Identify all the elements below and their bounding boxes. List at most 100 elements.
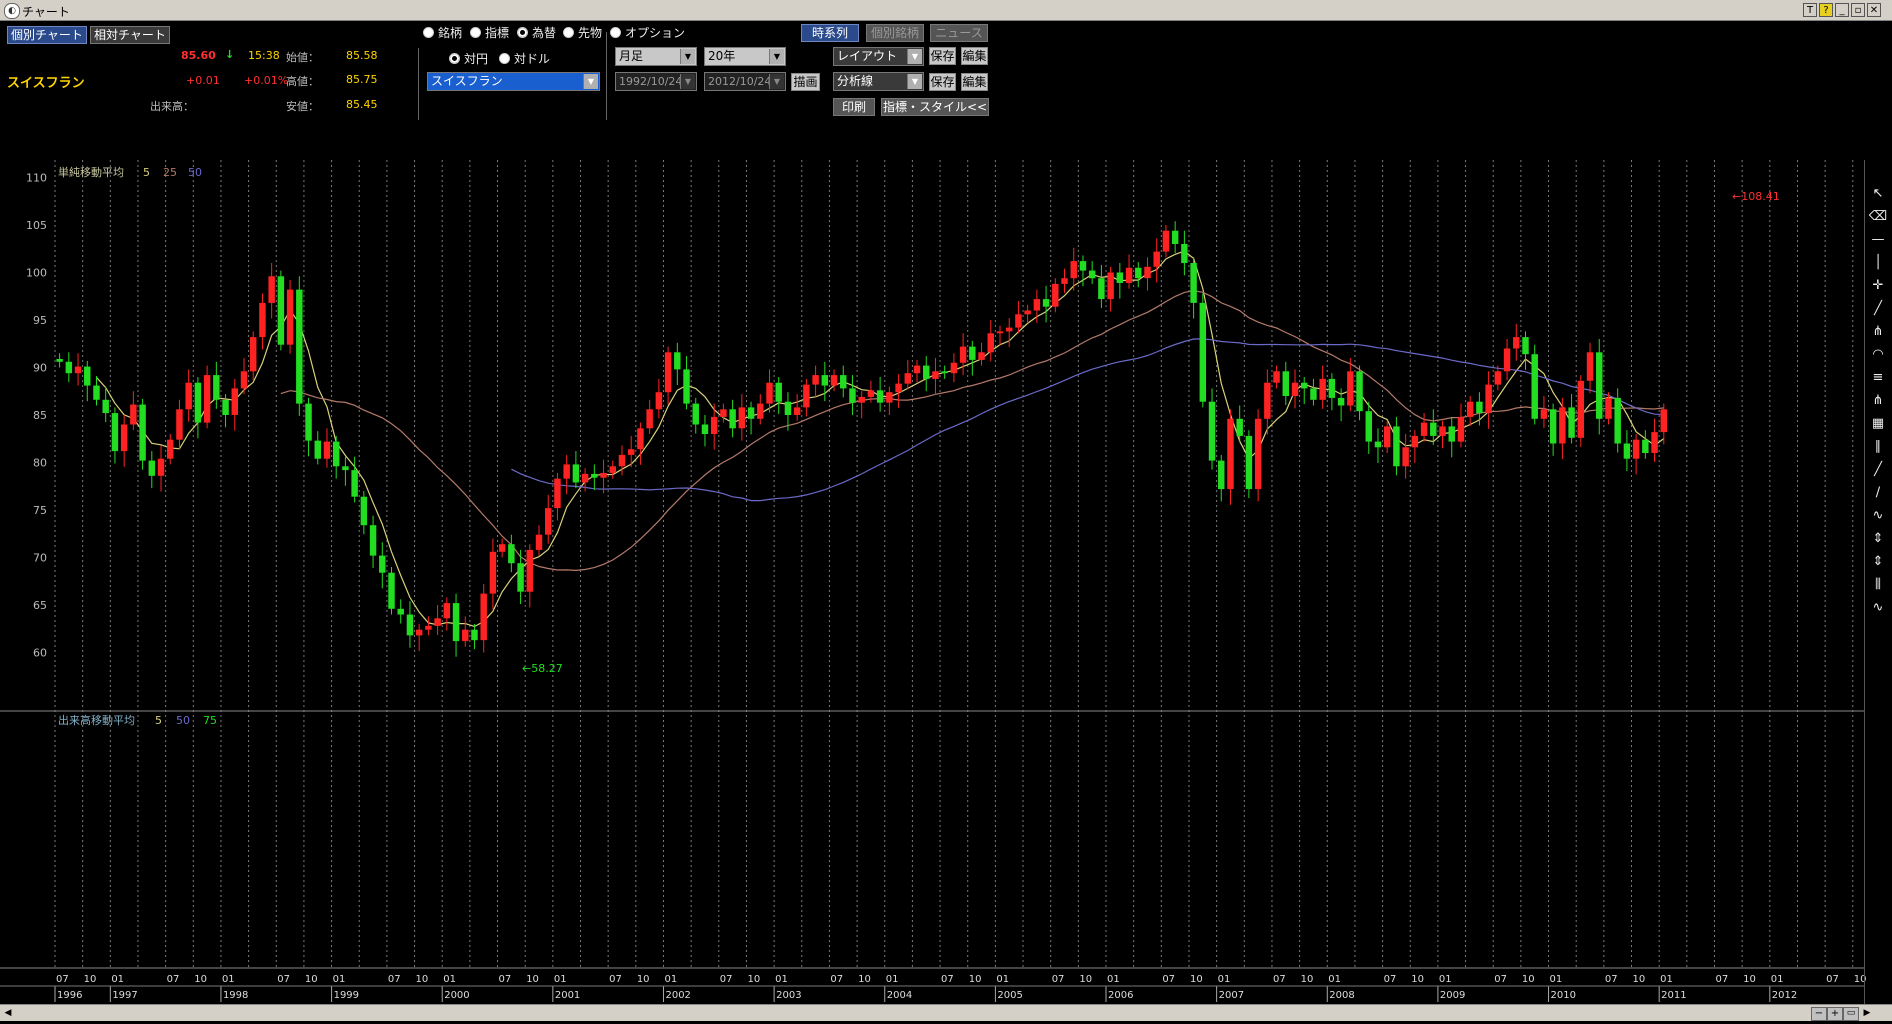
gann-grid-icon[interactable]: ▦ [1868,414,1888,434]
indicator-style-button[interactable]: 指標・スタイル<< [881,98,989,116]
radio-vs-dollar[interactable]: 対ドル [499,50,550,67]
draw-button[interactable]: 描画 [791,73,820,91]
month-tick-label: 07 [1605,974,1618,985]
currency-select[interactable]: スイスフラン ▼ [427,72,600,91]
candle-body [1632,439,1640,459]
radio-dot [499,53,510,64]
candle-body [886,392,893,403]
candle-body [923,365,930,379]
year-tick-label: 2009 [1440,990,1465,1001]
layout-edit-button[interactable]: 編集 [961,47,988,65]
trendline-2-icon[interactable]: ╱ [1868,460,1888,480]
candle-body [434,618,441,626]
month-tick-label: 10 [194,974,207,985]
candle-body [655,392,663,410]
month-tick-label: 10 [858,974,871,985]
candle-body [830,375,838,386]
horizontal-scrollbar[interactable]: ◀ − + ▭ ▶ [0,1004,1892,1021]
month-tick-label: 07 [388,974,401,985]
gann-fan-icon[interactable]: ⋔ [1868,391,1888,411]
scroll-right-icon[interactable]: ▶ [1860,1007,1874,1019]
candle-body [1577,380,1585,438]
radio-futures[interactable]: 先物 [563,24,602,41]
tab-relative-chart[interactable]: 相対チャート [90,26,170,44]
candle-body [1623,443,1631,459]
pin-icon[interactable]: T [1803,3,1817,17]
trendline-icon[interactable]: ╱ [1868,299,1888,319]
open-label: 始値： [286,51,319,64]
candle-body [305,403,312,441]
individual-stock-button[interactable]: 個別銘柄 [866,24,924,42]
wave-icon[interactable]: ∿ [1868,598,1888,618]
analysis-save-button[interactable]: 保存 [929,73,956,91]
candle-body [1586,352,1594,381]
crosshair-icon[interactable]: ✛ [1868,276,1888,296]
fibonacci-retracement-icon[interactable]: ≡ [1868,368,1888,388]
polyline-icon[interactable]: ∿ [1868,506,1888,526]
year-tick-label: 2002 [665,990,690,1001]
print-button[interactable]: 印刷 [833,98,875,116]
cursor-icon[interactable]: ↖ [1868,184,1888,204]
layout-save-button[interactable]: 保存 [929,47,956,65]
range-icon[interactable]: ⇕ [1868,529,1888,549]
candle-body [360,496,368,526]
radio-index[interactable]: 指標 [470,24,509,41]
range-select[interactable]: 20年 ▼ [704,47,786,66]
candle-body [1559,407,1566,444]
candle-body [904,373,912,384]
radio-fx[interactable]: 為替 [517,24,556,41]
quote-change-pct: +0.01% [244,74,289,87]
radio-vs-yen[interactable]: 対円 [449,50,488,67]
layout-select[interactable]: レイアウト ▼ [833,47,924,66]
ma-legend-25: 25 [163,166,177,179]
candle-body [978,352,985,360]
candle-body [959,346,967,363]
candle-body [1301,382,1308,389]
chart-area[interactable]: 6065707580859095100105110 07199610 011997… [0,160,1892,1004]
month-tick-label: 10 [1743,974,1756,985]
analysis-edit-button[interactable]: 編集 [961,73,988,91]
channel-icon[interactable]: ∥ [1868,437,1888,457]
timeseries-button[interactable]: 時系列 [801,24,859,42]
candle-body [508,544,515,564]
eraser-icon[interactable]: ⌫ [1868,207,1888,227]
help-icon[interactable]: ? [1819,3,1833,17]
fibonacci-g-icon[interactable]: ∕ [1868,483,1888,503]
radio-option[interactable]: オプション [610,24,685,41]
candle-body [425,625,432,630]
date-to-field[interactable]: 2012/10/24 ▼ [704,72,786,91]
candle-body [1448,426,1455,442]
fibonacci-fan-icon[interactable]: ⋔ [1868,322,1888,342]
vertical-line-icon[interactable]: │ [1868,253,1888,273]
horizontal-line-icon[interactable]: — [1868,230,1888,250]
candle-body [1052,283,1059,307]
range-2-icon[interactable]: ⇕ [1868,552,1888,572]
period-select[interactable]: 月足 ▼ [615,47,697,66]
candle-body [692,403,699,425]
scroll-left-icon[interactable]: ◀ [2,1007,14,1019]
date-from-field[interactable]: 1992/10/24 ▼ [615,72,697,91]
fit-icon[interactable]: ▭ [1843,1007,1859,1021]
candle-body [471,629,478,641]
maximize-icon[interactable]: ▫ [1851,3,1865,17]
period-icon[interactable]: ⫼ [1868,575,1888,595]
news-button[interactable]: ニュース [930,24,988,42]
month-tick-label: 07 [56,974,69,985]
candle-body [176,409,183,440]
candle-body [1005,327,1013,332]
zoom-out-icon[interactable]: − [1811,1007,1827,1021]
candle-body [56,358,63,362]
chevron-down-icon: ▼ [769,49,784,64]
radio-stock[interactable]: 銘柄 [423,24,462,41]
candle-body [775,382,782,402]
minimize-icon[interactable]: _ [1835,3,1849,17]
zoom-in-icon[interactable]: + [1827,1007,1843,1021]
fibonacci-arc-icon[interactable]: ◠ [1868,345,1888,365]
candle-body [415,629,423,636]
tab-individual-chart[interactable]: 個別チャート [7,26,87,44]
month-tick-label: 07 [1162,974,1175,985]
month-tick-label: 01 [443,974,456,985]
analysis-select[interactable]: 分析線 ▼ [833,72,924,91]
ma-legend-label: 単純移動平均 [58,165,124,179]
close-icon[interactable]: ✕ [1867,3,1881,17]
